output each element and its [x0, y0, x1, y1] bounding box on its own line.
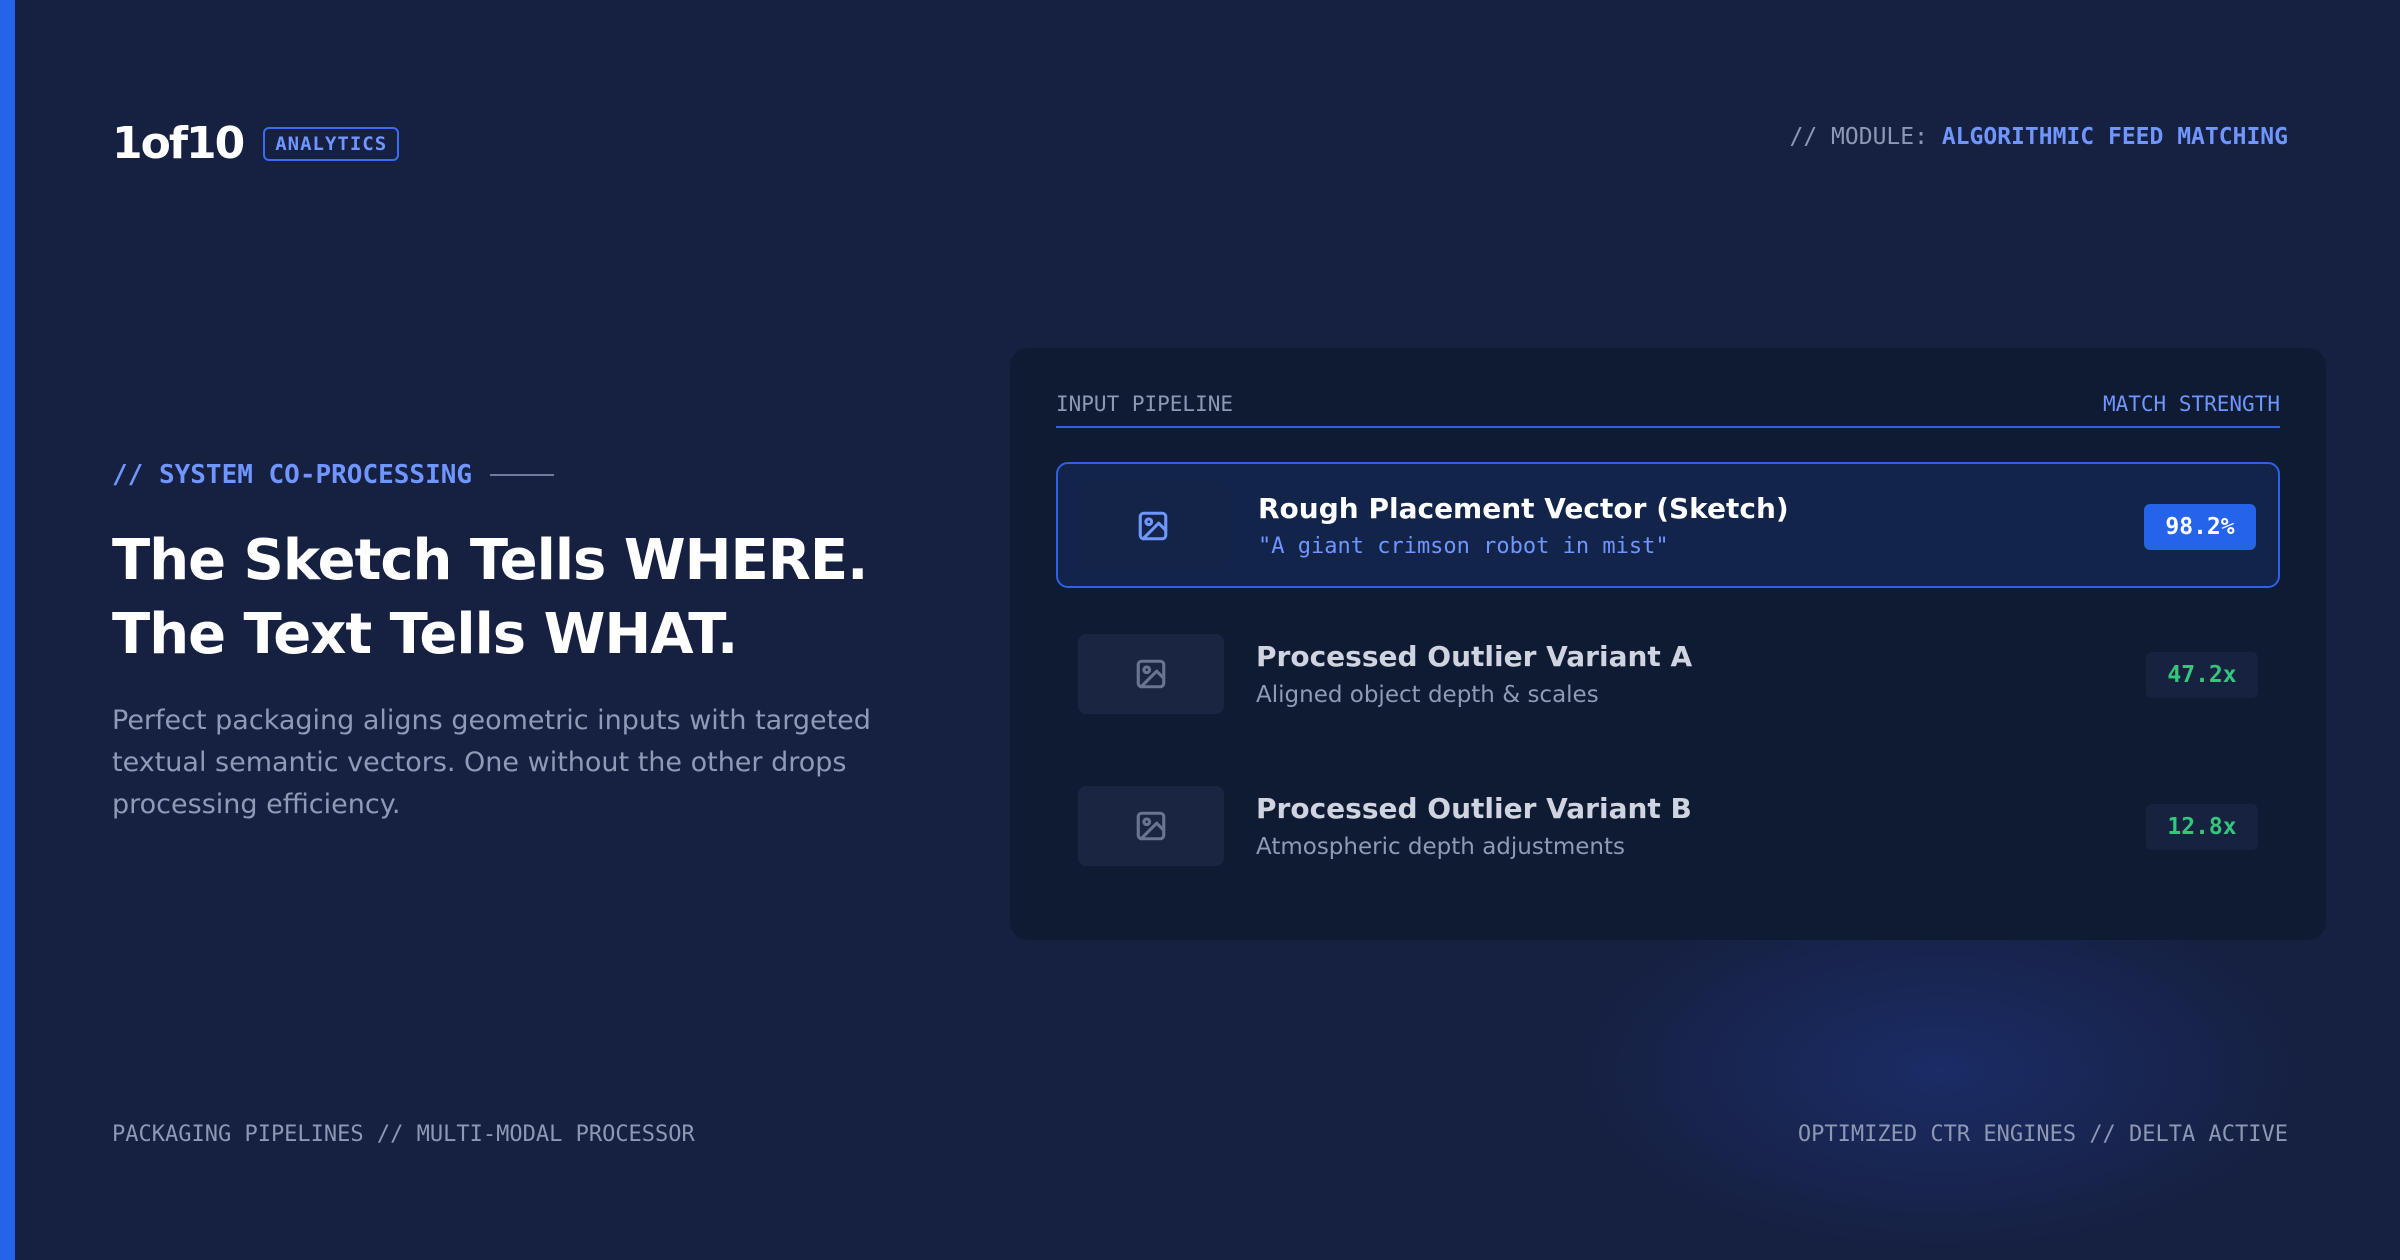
row-title: Processed Outlier Variant B: [1256, 792, 1692, 825]
left-accent-bar: [0, 0, 15, 1260]
headline: The Sketch Tells WHERE. The Text Tells W…: [112, 524, 1012, 672]
module-label: // MODULE: ALGORITHMIC FEED MATCHING: [1789, 124, 2288, 150]
row-thumbnail: [1078, 786, 1224, 866]
eyebrow-divider: [490, 474, 555, 476]
match-score-badge: 12.8x: [2146, 804, 2258, 850]
pipeline-row-variant-b[interactable]: Processed Outlier Variant B Atmospheric …: [1056, 764, 2280, 890]
footer-left: PACKAGING PIPELINES // MULTI-MODAL PROCE…: [112, 1122, 695, 1147]
analytics-badge: ANALYTICS: [263, 126, 400, 161]
match-panel: INPUT PIPELINE MATCH STRENGTH Rough Plac…: [1010, 348, 2326, 940]
panel-header: INPUT PIPELINE MATCH STRENGTH: [1056, 392, 2280, 428]
row-thumbnail: [1078, 634, 1224, 714]
footer-right: OPTIMIZED CTR ENGINES // DELTA ACTIVE: [1797, 1122, 2288, 1147]
brand: 1of10 ANALYTICS: [112, 118, 400, 169]
logo: 1of10: [112, 118, 245, 169]
image-icon: [1138, 511, 1168, 541]
image-icon: [1136, 811, 1166, 841]
image-icon: [1136, 659, 1166, 689]
row-thumbnail: [1080, 486, 1226, 566]
row-title: Rough Placement Vector (Sketch): [1258, 492, 1789, 525]
match-score-badge: 47.2x: [2146, 652, 2258, 698]
description: Perfect packaging aligns geometric input…: [112, 705, 871, 820]
module-value: ALGORITHMIC FEED MATCHING: [1941, 124, 2288, 150]
section-eyebrow: // SYSTEM CO-PROCESSING: [112, 460, 555, 490]
module-prefix: // MODULE:: [1789, 124, 1942, 150]
row-subtitle: "A giant crimson robot in mist": [1258, 534, 1669, 559]
row-title: Processed Outlier Variant A: [1256, 640, 1693, 673]
eyebrow-text: // SYSTEM CO-PROCESSING: [112, 460, 473, 490]
match-strength-header: MATCH STRENGTH: [2102, 392, 2280, 416]
headline-line-1: The Sketch Tells WHERE.: [112, 528, 868, 593]
match-score-badge: 98.2%: [2144, 504, 2256, 550]
input-pipeline-header: INPUT PIPELINE: [1056, 392, 1234, 416]
pipeline-row-variant-a[interactable]: Processed Outlier Variant A Aligned obje…: [1056, 612, 2280, 738]
row-subtitle: Atmospheric depth adjustments: [1256, 834, 1625, 860]
row-subtitle: Aligned object depth & scales: [1256, 682, 1599, 708]
headline-line-2: The Text Tells WHAT.: [112, 602, 738, 667]
pipeline-row-sketch[interactable]: Rough Placement Vector (Sketch) "A giant…: [1056, 462, 2280, 588]
